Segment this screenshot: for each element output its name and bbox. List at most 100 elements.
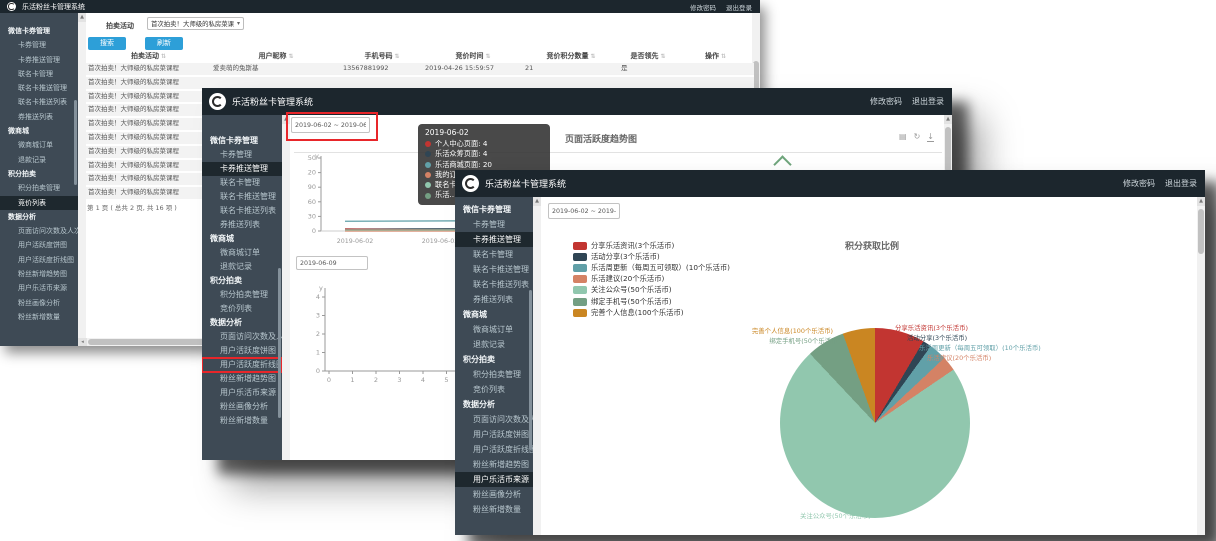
- date-range-input[interactable]: [548, 203, 620, 219]
- sidebar-item[interactable]: 卡券管理: [455, 217, 533, 232]
- scroll-up-icon[interactable]: ▲: [1197, 197, 1205, 206]
- sidebar-item[interactable]: 联名卡管理: [455, 247, 533, 262]
- sidebar-item[interactable]: 联名卡推送管理: [455, 262, 533, 277]
- sort-icon[interactable]: ⇅: [288, 53, 293, 60]
- sort-icon[interactable]: ⇅: [394, 53, 399, 60]
- sidebar-item[interactable]: 粉丝新增趋势图: [455, 457, 533, 472]
- sidebar-item[interactable]: 联名卡推送管理: [0, 81, 78, 95]
- sidebar-item[interactable]: 竞价列表: [202, 302, 282, 316]
- sidebar-item[interactable]: 竞价列表: [0, 196, 78, 210]
- sidebar-item[interactable]: 退款记录: [202, 260, 282, 274]
- sidebar-item[interactable]: 卡券推送管理: [202, 162, 282, 176]
- sidebar-item[interactable]: 卡券管理: [0, 38, 78, 52]
- sidebar-item[interactable]: 联名卡推送列表: [0, 95, 78, 109]
- content-left-scrollbar[interactable]: ▲: [78, 13, 86, 338]
- sort-icon[interactable]: ⇅: [161, 53, 166, 60]
- sidebar-item[interactable]: 退款记录: [455, 337, 533, 352]
- date-range-input[interactable]: [291, 117, 370, 133]
- sidebar-item[interactable]: 卡券推送管理: [455, 232, 533, 247]
- change-password-link[interactable]: 修改密码: [1123, 178, 1155, 189]
- legend-item[interactable]: 绑定手机号(50个乐活币): [573, 296, 730, 307]
- sidebar-group-label[interactable]: 积分拍卖: [0, 167, 78, 181]
- sidebar-item[interactable]: 卡券管理: [202, 148, 282, 162]
- auction-select[interactable]: 首次拍卖！大师级的私房菜课程 ▾: [147, 17, 244, 30]
- refresh-button[interactable]: 刷新: [145, 37, 183, 50]
- scroll-up-icon[interactable]: ▲: [533, 197, 541, 206]
- change-password-link[interactable]: 修改密码: [870, 96, 902, 107]
- sidebar-item[interactable]: 页面访问次数及人次: [202, 330, 282, 344]
- sidebar-item[interactable]: 用户活跃度饼图: [455, 427, 533, 442]
- sidebar-scrollbar[interactable]: [74, 100, 77, 185]
- sidebar-scrollbar[interactable]: [529, 290, 532, 450]
- column-header[interactable]: 竞价积分数量⇅: [523, 51, 619, 61]
- data-view-icon[interactable]: ▤: [899, 132, 907, 142]
- sidebar-item[interactable]: 联名卡管理: [0, 67, 78, 81]
- sidebar-item[interactable]: 卡券推送管理: [0, 53, 78, 67]
- legend-item[interactable]: 关注公众号(50个乐活币): [573, 285, 730, 296]
- sidebar-group-label[interactable]: 微信卡券管理: [202, 134, 282, 148]
- sidebar-item[interactable]: 用户活跃度折线图: [455, 442, 533, 457]
- logout-link[interactable]: 退出登录: [912, 96, 944, 107]
- column-header[interactable]: 竞价时间⇅: [423, 51, 523, 61]
- sidebar-item[interactable]: 券推送列表: [0, 110, 78, 124]
- sidebar-group-label[interactable]: 数据分析: [202, 316, 282, 330]
- scroll-up-icon[interactable]: ▲: [78, 13, 86, 22]
- scroll-up-icon[interactable]: ▲: [282, 115, 290, 124]
- sidebar-group-label[interactable]: 微信卡券管理: [455, 202, 533, 217]
- column-header[interactable]: 操作⇅: [677, 51, 754, 61]
- sidebar-item[interactable]: 用户活跃度饼图: [202, 344, 282, 358]
- sidebar-item[interactable]: 退款记录: [0, 153, 78, 167]
- sidebar-item[interactable]: 微商城订单: [0, 138, 78, 152]
- search-button[interactable]: 搜索: [88, 37, 126, 50]
- legend-item[interactable]: 乐活建议(20个乐活币): [573, 274, 730, 285]
- sidebar-item[interactable]: 页面访问次数及人次: [455, 412, 533, 427]
- change-password-link[interactable]: 修改密码: [690, 2, 716, 12]
- sort-icon[interactable]: ⇅: [590, 53, 595, 60]
- sidebar-item[interactable]: 用户活跃度饼图: [0, 238, 78, 252]
- logout-link[interactable]: 退出登录: [1165, 178, 1197, 189]
- sidebar-group-label[interactable]: 微商城: [0, 124, 78, 138]
- content-left-scrollbar[interactable]: ▲: [533, 197, 541, 535]
- logout-link[interactable]: 退出登录: [726, 2, 752, 12]
- sidebar-item[interactable]: 联名卡推送管理: [202, 190, 282, 204]
- sidebar-item[interactable]: 粉丝新增数量: [202, 414, 282, 428]
- sidebar-item[interactable]: 粉丝新增趋势图: [0, 267, 78, 281]
- sidebar-group-label[interactable]: 数据分析: [455, 397, 533, 412]
- sort-icon[interactable]: ⇅: [721, 53, 726, 60]
- sidebar-item[interactable]: 积分拍卖管理: [202, 288, 282, 302]
- sidebar-item[interactable]: 竞价列表: [455, 382, 533, 397]
- sidebar-item[interactable]: 联名卡管理: [202, 176, 282, 190]
- sidebar-item[interactable]: 粉丝画像分析: [455, 487, 533, 502]
- column-header[interactable]: 拍卖活动⇅: [86, 51, 211, 61]
- sidebar-item[interactable]: 粉丝新增数量: [0, 310, 78, 324]
- sidebar-item[interactable]: 积分拍卖管理: [455, 367, 533, 382]
- content-right-scrollbar[interactable]: ▲: [1197, 197, 1205, 535]
- sort-icon[interactable]: ⇅: [485, 53, 490, 60]
- sidebar-item[interactable]: 积分拍卖管理: [0, 181, 78, 195]
- sidebar-group-label[interactable]: 积分拍卖: [202, 274, 282, 288]
- legend-item[interactable]: 活动分享(3个乐活币): [573, 251, 730, 262]
- sidebar-item[interactable]: 粉丝新增数量: [455, 502, 533, 517]
- sidebar-item[interactable]: 用户乐活币来源: [0, 281, 78, 295]
- save-image-icon[interactable]: ↓: [927, 132, 934, 142]
- legend-item[interactable]: 完善个人信息(100个乐活币): [573, 307, 730, 318]
- sidebar-group-label[interactable]: 微商城: [202, 232, 282, 246]
- sidebar-group-label[interactable]: 微商城: [455, 307, 533, 322]
- scroll-up-icon[interactable]: ▲: [944, 115, 952, 124]
- column-header[interactable]: 用户昵称⇅: [211, 51, 341, 61]
- date-input[interactable]: [296, 256, 368, 270]
- sidebar-item[interactable]: 用户活跃度折线图: [0, 253, 78, 267]
- scroll-left-icon[interactable]: ◂: [78, 338, 87, 346]
- sidebar-group-label[interactable]: 数据分析: [0, 210, 78, 224]
- sidebar-scrollbar[interactable]: [278, 268, 281, 418]
- legend-item[interactable]: 乐活周更新（每周五可领取）(10个乐活币): [573, 262, 730, 273]
- column-header[interactable]: 是否领先⇅: [619, 51, 677, 61]
- sidebar-item[interactable]: 用户乐活币来源: [202, 386, 282, 400]
- sidebar-group-label[interactable]: 微信卡券管理: [0, 24, 78, 38]
- sidebar-item[interactable]: 粉丝画像分析: [0, 296, 78, 310]
- column-header[interactable]: 手机号码⇅: [341, 51, 423, 61]
- restore-icon[interactable]: ↻: [914, 132, 921, 142]
- sidebar-item[interactable]: 页面访问次数及人次: [0, 224, 78, 238]
- sidebar-item[interactable]: 粉丝画像分析: [202, 400, 282, 414]
- sidebar-group-label[interactable]: 积分拍卖: [455, 352, 533, 367]
